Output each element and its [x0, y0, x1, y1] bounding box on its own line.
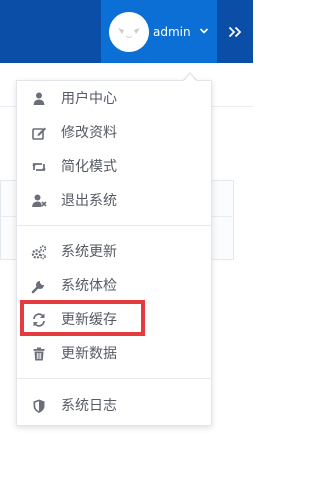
expand-sidebar-button[interactable]: [217, 0, 253, 63]
menu-divider: [17, 225, 211, 226]
avatar-image: [109, 12, 149, 52]
username-label: admin: [153, 25, 191, 39]
menu-item-label: 系统体检: [61, 278, 117, 294]
menu-item-label: 修改资料: [61, 125, 117, 141]
cogs-icon: [31, 245, 47, 260]
menu-item-logout[interactable]: 退出系统: [17, 184, 211, 218]
highlight-box: [20, 300, 145, 336]
menu-item-label: 更新数据: [61, 346, 117, 362]
user-icon: [33, 92, 45, 105]
retweet-icon: [32, 163, 46, 171]
avatar: [109, 12, 149, 52]
shield-icon: [33, 399, 45, 413]
menu-item-system-log[interactable]: 系统日志: [17, 389, 211, 423]
menu-item-label: 系统更新: [61, 244, 117, 260]
edit-icon: [32, 127, 46, 140]
user-menu-toggle[interactable]: admin: [101, 0, 217, 63]
menu-item-edit-profile[interactable]: 修改资料: [17, 116, 211, 150]
menu-item-label: 退出系统: [61, 193, 117, 209]
menu-item-label: 用户中心: [61, 91, 117, 107]
menu-item-simple-mode[interactable]: 简化模式: [17, 150, 211, 184]
user-dropdown-menu: 用户中心 修改资料 简化模式 退出系统 系统更新 系统体检 更新缓存 更新数据 …: [16, 80, 212, 426]
menu-item-label: 简化模式: [61, 159, 117, 175]
menu-item-system-check[interactable]: 系统体检: [17, 269, 211, 303]
chevron-down-icon: [199, 28, 209, 34]
double-chevron-right-icon: [228, 26, 242, 37]
menu-item-label: 系统日志: [61, 398, 117, 414]
menu-divider: [17, 378, 211, 379]
wrench-icon: [31, 281, 44, 294]
menu-item-system-update[interactable]: 系统更新: [17, 235, 211, 269]
trash-icon: [33, 347, 45, 361]
menu-item-user-center[interactable]: 用户中心: [17, 82, 211, 116]
dropdown-pointer-fill: [183, 74, 197, 82]
menu-item-refresh-data[interactable]: 更新数据: [17, 337, 211, 371]
user-times-icon: [32, 194, 47, 207]
